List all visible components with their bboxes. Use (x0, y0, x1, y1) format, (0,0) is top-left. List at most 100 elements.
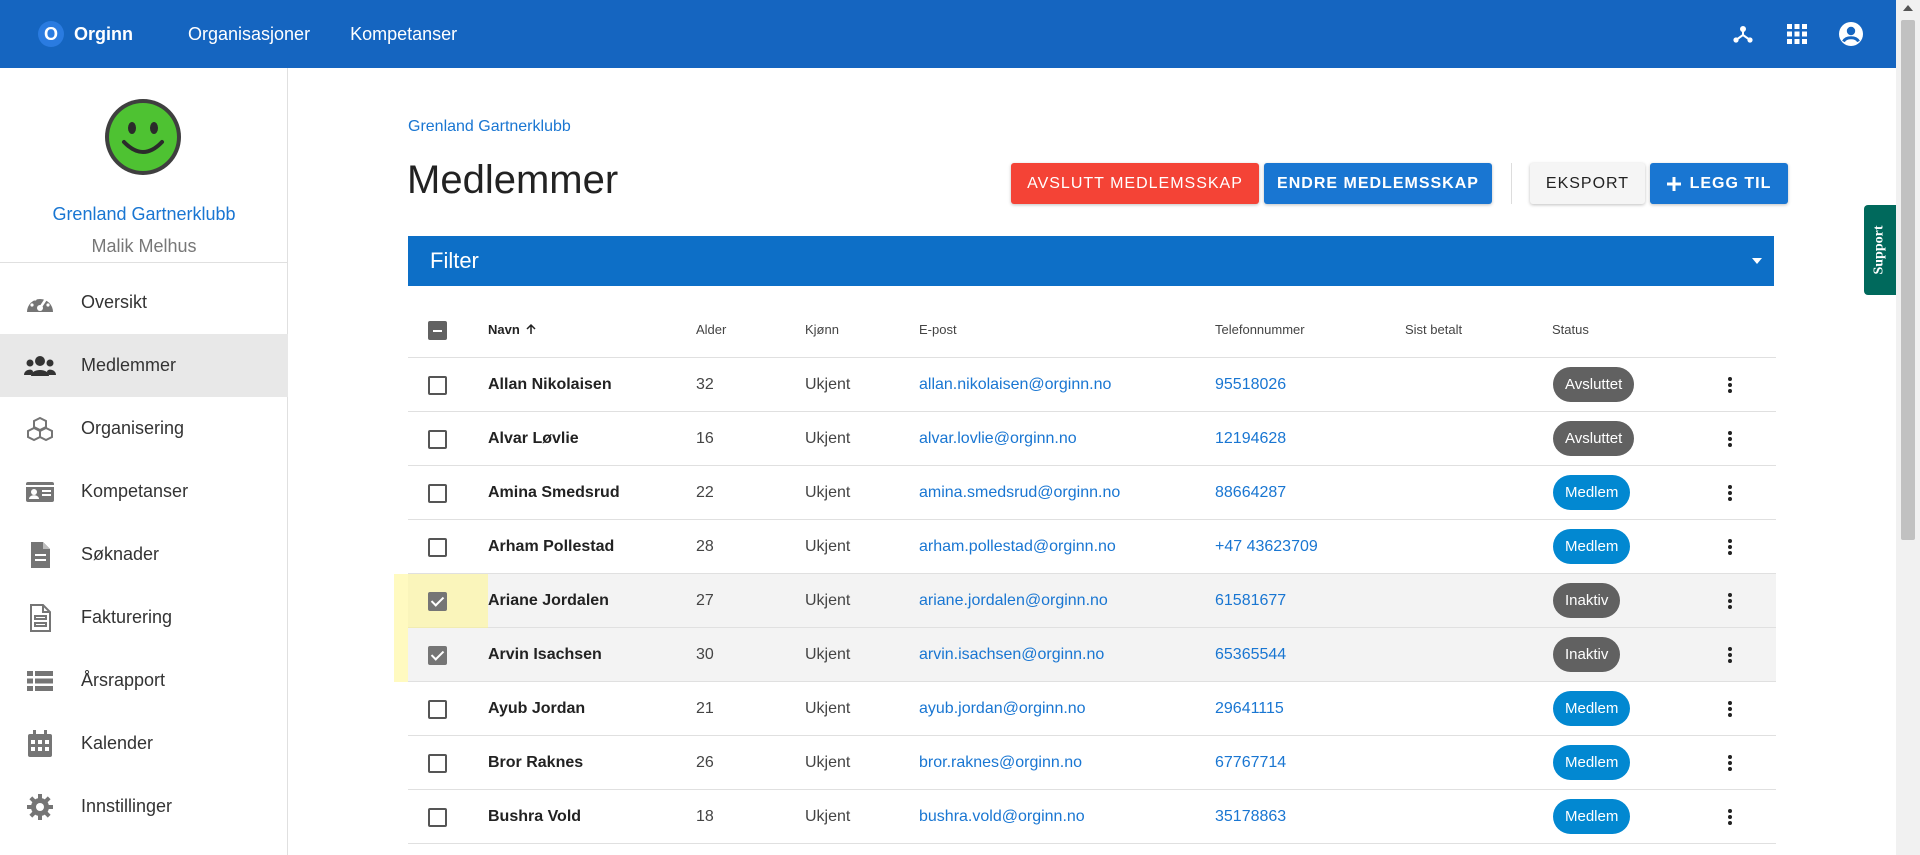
member-phone-link[interactable]: +47 43623709 (1215, 538, 1318, 556)
status-badge: Medlem (1553, 799, 1631, 834)
member-email-link[interactable]: bror.raknes@orginn.no (919, 754, 1082, 772)
sidebar-item-kompetanser[interactable]: Kompetanser (0, 460, 288, 523)
member-name[interactable]: Arham Pollestad (488, 538, 614, 556)
member-email-link[interactable]: allan.nikolaisen@orginn.no (919, 376, 1111, 394)
table-row[interactable]: Allan Nikolaisen 32 Ukjent allan.nikolaisen… (408, 358, 1776, 412)
select-all-checkbox[interactable] (428, 321, 447, 340)
row-checkbox[interactable] (428, 754, 447, 773)
column-header-phone[interactable]: Telefonnummer (1215, 322, 1305, 337)
page-title: Medlemmer (407, 158, 619, 202)
member-email-link[interactable]: amina.smedsrud@orginn.no (919, 484, 1120, 502)
member-name[interactable]: Amina Smedsrud (488, 484, 620, 502)
column-header-age[interactable]: Alder (696, 322, 726, 337)
column-header-name[interactable]: Navn (488, 322, 537, 337)
sidebar-item-fakturering[interactable]: Fakturering (0, 586, 288, 649)
status-badge: Avsluttet (1553, 367, 1635, 402)
apps-grid-icon[interactable] (1782, 19, 1812, 49)
member-name[interactable]: Bushra Vold (488, 808, 581, 826)
table-row[interactable]: Bushra Vold 18 Ukjent bushra.vold@orginn.no… (408, 790, 1776, 844)
column-header-status[interactable]: Status (1552, 322, 1589, 337)
table-row[interactable]: Arham Pollestad 28 Ukjent arham.pollestad@o… (408, 520, 1776, 574)
table-row[interactable]: Bror Raknes 26 Ukjent bror.raknes@orginn.no… (408, 736, 1776, 790)
scroll-up-arrow[interactable] (1903, 5, 1913, 11)
table-row[interactable]: Ayub Jordan 21 Ukjent ayub.jordan@orginn.no… (408, 682, 1776, 736)
member-email-link[interactable]: arvin.isachsen@orginn.no (919, 646, 1104, 664)
account-circle-icon[interactable] (1836, 19, 1866, 49)
row-checkbox[interactable] (428, 484, 447, 503)
table-row[interactable]: Alvar Løvlie 16 Ukjent alvar.lovlie@orginn.… (408, 412, 1776, 466)
member-email-link[interactable]: arham.pollestad@orginn.no (919, 538, 1116, 556)
member-phone-link[interactable]: 35178863 (1215, 808, 1286, 826)
support-tab[interactable]: Support (1864, 205, 1896, 295)
member-name[interactable]: Ayub Jordan (488, 700, 585, 718)
filter-toggle[interactable]: Filter (408, 236, 1774, 286)
column-header-email[interactable]: E-post (919, 322, 957, 337)
breadcrumb[interactable]: Grenland Gartnerklubb (408, 118, 571, 136)
nav-kompetanser[interactable]: Kompetanser (350, 24, 457, 45)
member-gender: Ukjent (805, 592, 851, 609)
page-scrollbar[interactable] (1896, 0, 1920, 855)
add-button[interactable]: LEGG TIL (1650, 163, 1788, 204)
row-checkbox[interactable] (428, 538, 447, 557)
more-vert-icon[interactable] (1718, 535, 1742, 559)
member-email-link[interactable]: bushra.vold@orginn.no (919, 808, 1085, 826)
member-gender: Ukjent (805, 430, 851, 447)
column-header-last-paid[interactable]: Sist betalt (1405, 322, 1462, 337)
change-membership-button[interactable]: ENDRE MEDLEMSSKAP (1264, 163, 1492, 204)
table-row[interactable]: Arvin Isachsen 30 Ukjent arvin.isachsen@org… (408, 628, 1776, 682)
member-phone-link[interactable]: 95518026 (1215, 376, 1286, 394)
member-phone-link[interactable]: 65365544 (1215, 646, 1286, 664)
member-gender: Ukjent (805, 484, 851, 501)
member-phone-link[interactable]: 88664287 (1215, 484, 1286, 502)
row-checkbox[interactable] (428, 700, 447, 719)
member-email-link[interactable]: ariane.jordalen@orginn.no (919, 592, 1108, 610)
member-phone-link[interactable]: 29641115 (1215, 700, 1284, 718)
more-vert-icon[interactable] (1718, 697, 1742, 721)
member-name[interactable]: Ariane Jordalen (488, 592, 609, 610)
status-badge: Inaktiv (1553, 637, 1621, 672)
row-checkbox[interactable] (428, 646, 447, 665)
button-divider (1511, 163, 1512, 204)
member-email-link[interactable]: alvar.lovlie@orginn.no (919, 430, 1077, 448)
member-phone-link[interactable]: 67767714 (1215, 754, 1286, 772)
member-email-link[interactable]: ayub.jordan@orginn.no (919, 700, 1086, 718)
scroll-thumb[interactable] (1901, 20, 1915, 540)
row-checkbox[interactable] (428, 592, 447, 611)
hierarchy-icon[interactable] (1728, 19, 1758, 49)
member-name[interactable]: Arvin Isachsen (488, 646, 602, 664)
more-vert-icon[interactable] (1718, 481, 1742, 505)
nav-organisasjoner[interactable]: Organisasjoner (188, 24, 310, 45)
more-vert-icon[interactable] (1718, 643, 1742, 667)
sidebar-item-organisering[interactable]: Organisering (0, 397, 288, 460)
sidebar-item-oversikt[interactable]: Oversikt (0, 271, 288, 334)
support-label: Support (1872, 225, 1887, 275)
table-row[interactable]: Amina Smedsrud 22 Ukjent amina.smedsrud@org… (408, 466, 1776, 520)
sidebar-item-innstillinger[interactable]: Innstillinger (0, 775, 288, 838)
sidebar-item-kalender[interactable]: Kalender (0, 712, 288, 775)
row-checkbox[interactable] (428, 808, 447, 827)
end-membership-button[interactable]: AVSLUTT MEDLEMSSKAP (1011, 163, 1259, 204)
brand[interactable]: O Orginn (38, 21, 133, 47)
member-name[interactable]: Allan Nikolaisen (488, 376, 612, 394)
member-phone-link[interactable]: 61581677 (1215, 592, 1286, 610)
more-vert-icon[interactable] (1718, 805, 1742, 829)
more-vert-icon[interactable] (1718, 751, 1742, 775)
member-name[interactable]: Alvar Løvlie (488, 430, 579, 448)
sidebar-item-soknader[interactable]: Søknader (0, 523, 288, 586)
export-button[interactable]: EKSPORT (1530, 163, 1645, 204)
sidebar-org-name[interactable]: Grenland Gartnerklubb (0, 204, 288, 225)
more-vert-icon[interactable] (1718, 427, 1742, 451)
sidebar-item-label: Innstillinger (81, 796, 173, 816)
member-name[interactable]: Bror Raknes (488, 754, 583, 772)
more-vert-icon[interactable] (1718, 589, 1742, 613)
sidebar-item-medlemmer[interactable]: Medlemmer (0, 334, 288, 397)
row-checkbox[interactable] (428, 376, 447, 395)
top-nav: Organisasjoner Kompetanser (188, 24, 497, 45)
column-header-gender[interactable]: Kjønn (805, 322, 839, 337)
cubes-icon (24, 413, 56, 445)
row-checkbox[interactable] (428, 430, 447, 449)
more-vert-icon[interactable] (1718, 373, 1742, 397)
sidebar-item-arsrapport[interactable]: Årsrapport (0, 649, 288, 712)
table-row[interactable]: Ariane Jordalen 27 Ukjent ariane.jordalen@o… (394, 574, 1776, 682)
member-phone-link[interactable]: 12194628 (1215, 430, 1286, 448)
